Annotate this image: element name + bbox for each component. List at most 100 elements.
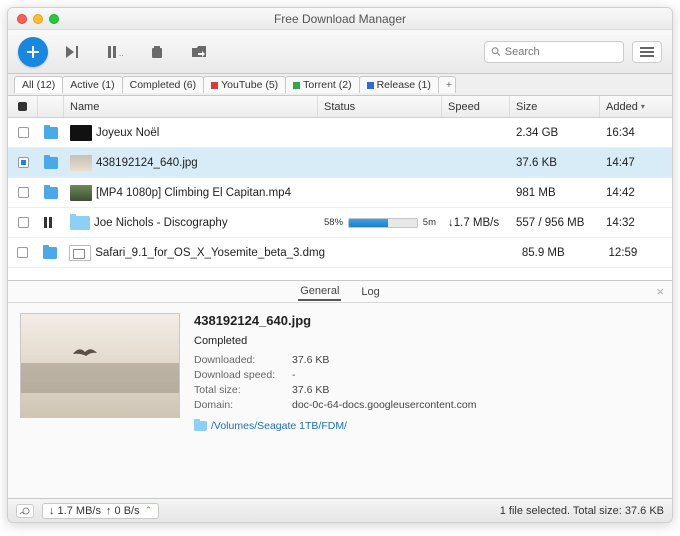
menu-button[interactable] [632,41,662,63]
row-name-text: [MP4 1080p] Climbing El Capitan.mp4 [96,187,291,199]
app-window: Free Download Manager .. All (12) Active… [7,7,673,523]
details-close-button[interactable]: × [656,284,664,299]
tab-add-button[interactable]: + [438,76,456,93]
row-added: 14:42 [600,178,672,207]
tab-all[interactable]: All (12) [14,76,63,93]
row-state-icon [38,208,64,237]
row-status [318,178,442,207]
tab-release[interactable]: Release (1) [359,76,439,93]
play-button[interactable] [56,38,90,66]
speed-limit-button[interactable] [16,504,34,518]
bird-icon [71,344,99,362]
row-state-icon [37,238,63,267]
folder-icon [194,421,207,431]
column-headers: Name Status Speed Size Added ▾ [8,96,672,118]
folder-move-icon [191,45,207,58]
folder-icon [70,216,90,230]
col-speed[interactable]: Speed [442,96,510,117]
delete-button[interactable] [140,38,174,66]
row-name-text: Safari_9.1_for_OS_X_Yosemite_beta_3.dmg [95,247,325,259]
details-thumbnail [20,313,180,418]
tab-youtube[interactable]: YouTube (5) [203,76,286,93]
tab-label: Completed (6) [130,79,197,91]
col-added[interactable]: Added ▾ [600,96,672,117]
table-row[interactable]: 438192124_640.jpg37.6 KB14:47 [8,148,672,178]
tab-active[interactable]: Active (1) [62,76,122,93]
row-speed [442,178,510,207]
search-box[interactable] [484,41,624,63]
add-button[interactable] [18,37,48,67]
trash-icon [150,45,164,59]
checkbox-icon [18,102,27,111]
tag-green-icon [293,82,300,89]
checkbox-icon [18,127,29,138]
row-state-icon [38,148,64,177]
row-name-text: Joe Nichols - Discography [94,217,228,229]
kv-key: Domain: [194,399,286,411]
search-input[interactable] [505,46,617,58]
row-checkbox[interactable] [8,178,38,207]
move-button[interactable] [182,38,216,66]
selection-summary: 1 file selected. Total size: 37.6 KB [500,505,664,517]
speed-indicator[interactable]: ↓ 1.7 MB/s ↑ 0 B/s ⌃ [42,503,159,519]
row-checkbox[interactable] [8,208,38,237]
filter-tabs: All (12) Active (1) Completed (6) YouTub… [8,74,672,96]
window-title: Free Download Manager [8,12,672,26]
downloads-list[interactable]: Joyeux Noël2.34 GB16:34438192124_640.jpg… [8,118,672,280]
row-speed [442,118,510,147]
row-state-icon [38,178,64,207]
checkbox-icon [18,187,29,198]
col-checkbox[interactable] [8,96,38,117]
tab-label: Release (1) [377,79,431,91]
col-status[interactable]: Status [318,96,442,117]
toolbar: .. [8,30,672,74]
row-name-text: 438192124_640.jpg [96,157,198,169]
details-tab-log[interactable]: Log [359,284,381,300]
row-added: 14:32 [600,208,672,237]
details-filename: 438192124_640.jpg [194,313,660,328]
tag-blue-icon [367,82,374,89]
kv-key: Download speed: [194,369,286,381]
details-tab-general[interactable]: General [298,283,341,301]
pause-button[interactable]: .. [98,38,132,66]
kv-value: 37.6 KB [292,354,329,366]
checkbox-icon [17,247,28,258]
tab-label: All (12) [22,79,55,91]
hamburger-icon [640,47,654,57]
row-speed: ↓1.7 MB/s [442,208,510,237]
progress-eta: 5m [423,217,436,228]
details-path[interactable]: /Volumes/Seagate 1TB/FDM/ [194,420,660,432]
thumb-icon [69,245,91,261]
row-name: Joyeux Noël [64,118,318,147]
row-added: 16:34 [600,118,672,147]
col-name[interactable]: Name [64,96,318,117]
row-checkbox[interactable] [8,148,38,177]
row-status [318,148,442,177]
kv-value: doc-0c-64-docs.googleusercontent.com [292,399,476,411]
thumb-icon [70,185,92,201]
details-status: Completed [194,335,660,347]
tab-completed[interactable]: Completed (6) [122,76,205,93]
table-row[interactable]: [MP4 1080p] Climbing El Capitan.mp4981 M… [8,178,672,208]
folder-icon [44,157,58,169]
details-body: 438192124_640.jpg Completed Downloaded:3… [8,303,672,442]
col-size[interactable]: Size [510,96,600,117]
row-size: 85.9 MB [516,238,603,267]
details-info: 438192124_640.jpg Completed Downloaded:3… [194,313,660,432]
folder-icon [44,187,58,199]
details-panel: General Log × 438192124_640.jpg Complete… [8,280,672,498]
table-row[interactable]: Joe Nichols - Discography58%5m↓1.7 MB/s5… [8,208,672,238]
row-size: 557 / 956 MB [510,208,600,237]
checkbox-icon [18,157,29,168]
table-row[interactable]: Safari_9.1_for_OS_X_Yosemite_beta_3.dmg 8… [8,238,672,268]
tab-label: Torrent (2) [303,79,351,91]
table-row[interactable]: Joyeux Noël2.34 GB16:34 [8,118,672,148]
folder-icon [43,247,57,259]
statusbar: ↓ 1.7 MB/s ↑ 0 B/s ⌃ 1 file selected. To… [8,498,672,522]
row-checkbox[interactable] [8,238,37,267]
row-checkbox[interactable] [8,118,38,147]
tab-torrent[interactable]: Torrent (2) [285,76,359,93]
details-path-text: /Volumes/Seagate 1TB/FDM/ [211,420,347,432]
plus-icon [26,45,40,59]
row-name: Safari_9.1_for_OS_X_Yosemite_beta_3.dmg [63,238,331,267]
